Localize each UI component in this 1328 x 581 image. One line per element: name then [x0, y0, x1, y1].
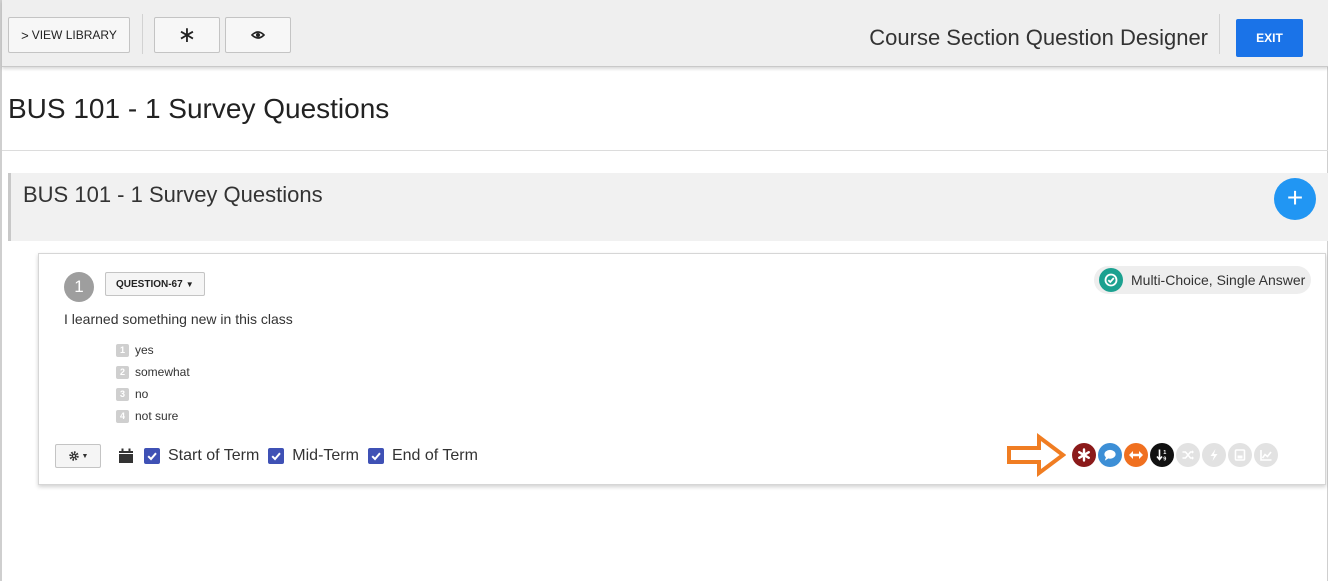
preview-button[interactable] — [225, 17, 291, 53]
lightning-icon[interactable] — [1202, 443, 1226, 467]
calendar-icon — [119, 448, 133, 463]
toolbar-divider-right — [1219, 14, 1220, 54]
question-type-badge: Multi-Choice, Single Answer — [1094, 266, 1311, 294]
page-title: BUS 101 - 1 Survey Questions — [8, 93, 390, 124]
answer-item: 1 yes — [116, 339, 190, 361]
mid-term-label: Mid-Term — [292, 447, 359, 464]
caret-down-icon: ▼ — [81, 452, 89, 460]
question-id-label: QUESTION-67 — [116, 278, 183, 290]
answer-number: 2 — [116, 365, 129, 379]
answer-label: no — [135, 387, 149, 401]
answer-list: 1 yes 2 somewhat 3 no 4 not sure — [116, 339, 190, 427]
plus-icon: + — [1286, 182, 1304, 213]
horizontal-layout-icon[interactable] — [1124, 443, 1148, 467]
add-question-button[interactable]: + — [1274, 178, 1316, 220]
question-option-icons: 1 9 — [1072, 443, 1280, 467]
check-circle-icon — [1099, 268, 1123, 292]
required-toggle-button[interactable]: ∗ — [154, 17, 220, 53]
caret-down-icon: ▼ — [185, 279, 194, 289]
shuffle-icon[interactable] — [1176, 443, 1200, 467]
designer-title: Course Section Question Designer — [869, 25, 1208, 50]
answer-label: somewhat — [135, 365, 190, 379]
svg-text:9: 9 — [1163, 457, 1166, 463]
svg-text:1: 1 — [1163, 450, 1166, 456]
question-card: 1 QUESTION-67 ▼ Multi-Choice, Single Ans… — [38, 253, 1326, 485]
start-of-term-checkbox[interactable] — [144, 448, 160, 464]
comment-icon[interactable] — [1098, 443, 1122, 467]
question-type-label: Multi-Choice, Single Answer — [1131, 272, 1306, 288]
view-library-label: VIEW LIBRARY — [31, 28, 117, 42]
toolbar-divider — [142, 14, 143, 54]
end-of-term-checkbox[interactable] — [367, 448, 384, 464]
answer-number: 4 — [116, 409, 129, 423]
sort-order-icon[interactable]: 1 9 — [1150, 443, 1174, 467]
question-number: 1 — [64, 272, 94, 302]
section-title: BUS 101 - 1 Survey Questions — [23, 182, 323, 207]
term-schedule: Start of Term Mid-Term End of Term — [118, 444, 487, 468]
eye-icon — [251, 31, 265, 39]
chart-icon[interactable] — [1254, 443, 1278, 467]
divider — [2, 150, 1328, 151]
required-icon[interactable] — [1072, 443, 1096, 467]
arrow-right-icon — [1007, 433, 1066, 477]
start-of-term-label: Start of Term — [168, 447, 260, 464]
question-id-dropdown[interactable]: QUESTION-67 ▼ — [105, 272, 205, 296]
question-settings-button[interactable]: ▼ — [55, 444, 101, 468]
save-icon[interactable] — [1228, 443, 1252, 467]
top-toolbar: > VIEW LIBRARY ∗ Course Section Question… — [2, 0, 1328, 67]
end-of-term-label: End of Term — [391, 447, 478, 464]
answer-label: yes — [135, 343, 154, 357]
question-text: I learned something new in this class — [64, 311, 293, 327]
answer-label: not sure — [135, 409, 179, 423]
view-library-button[interactable]: > VIEW LIBRARY — [8, 17, 130, 53]
section-header: BUS 101 - 1 Survey Questions — [8, 173, 1328, 241]
answer-number: 3 — [116, 387, 129, 401]
answer-item: 2 somewhat — [116, 361, 190, 383]
asterisk-icon: ∗ — [177, 22, 197, 47]
answer-item: 3 no — [116, 383, 190, 405]
answer-number: 1 — [116, 343, 129, 357]
chevron-right-icon: > — [21, 27, 29, 43]
gear-icon — [68, 451, 79, 461]
answer-item: 4 not sure — [116, 405, 190, 427]
mid-term-checkbox[interactable] — [268, 448, 285, 464]
exit-button[interactable]: EXIT — [1236, 19, 1303, 57]
